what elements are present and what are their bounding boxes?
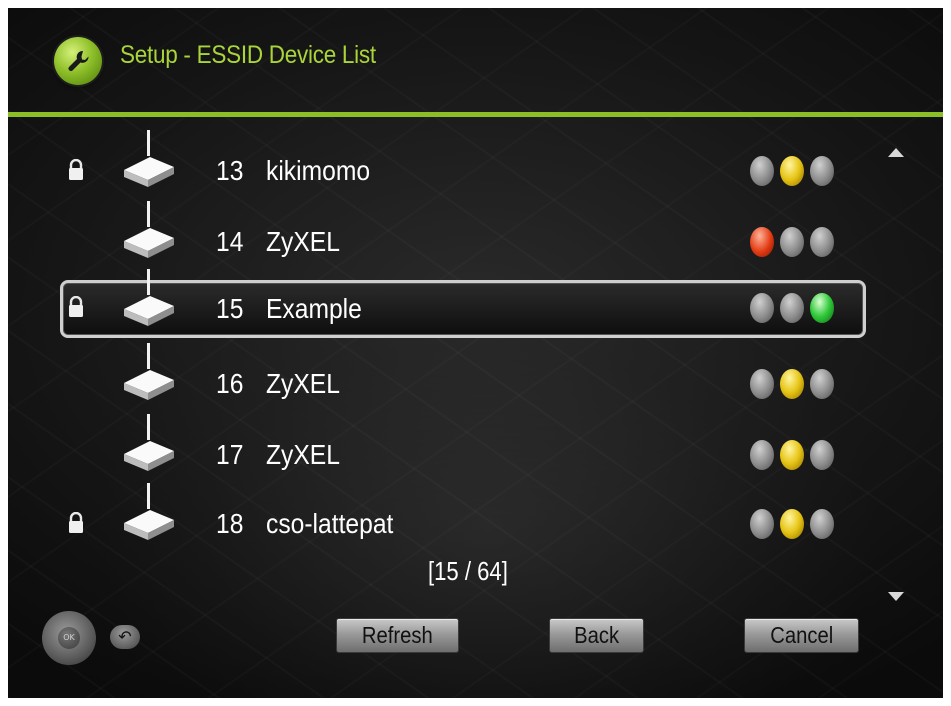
- signal-dot-icon: [750, 369, 774, 399]
- scroll-down-arrow-icon[interactable]: [888, 592, 904, 601]
- signal-dot-icon: [780, 293, 804, 323]
- cancel-button-label: Cancel: [769, 622, 834, 648]
- device-row[interactable]: 18 cso-lattepat: [60, 483, 866, 553]
- signal-dot-icon: [810, 440, 834, 470]
- device-name: ZyXEL: [266, 368, 340, 399]
- router-icon: [124, 343, 174, 400]
- device-number: 14: [216, 226, 244, 257]
- device-row-selected[interactable]: 15 Example: [60, 269, 866, 338]
- device-name: kikimomo: [266, 155, 371, 186]
- signal-indicator: [750, 369, 846, 399]
- device-number: 16: [216, 368, 244, 399]
- signal-dot-icon: [810, 369, 834, 399]
- lock-icon: [69, 296, 83, 317]
- scroll-up-arrow-icon[interactable]: [888, 148, 904, 157]
- signal-dot-icon: [750, 509, 774, 539]
- signal-dot-icon: [810, 509, 834, 539]
- device-row[interactable]: 13 kikimomo: [60, 130, 866, 200]
- lock-icon: [69, 159, 83, 180]
- device-name: cso-lattepat: [266, 508, 394, 539]
- router-icon: [124, 483, 174, 540]
- page-title: Setup - ESSID Device List: [120, 41, 376, 69]
- header-divider: [8, 112, 943, 117]
- cancel-button[interactable]: Cancel: [744, 618, 859, 653]
- router-icon: [124, 269, 174, 326]
- remote-dpad-icon: OK: [42, 611, 96, 665]
- ok-label: OK: [58, 627, 80, 649]
- signal-dot-icon: [750, 227, 774, 257]
- signal-dot-icon: [780, 440, 804, 470]
- page-indicator: [15 / 64]: [428, 556, 508, 586]
- wrench-icon: [54, 37, 102, 85]
- signal-dot-icon: [810, 227, 834, 257]
- device-name: Example: [266, 293, 362, 324]
- device-name: ZyXEL: [266, 226, 340, 257]
- device-number: 13: [216, 155, 244, 186]
- device-name: ZyXEL: [266, 439, 340, 470]
- device-number: 17: [216, 439, 244, 470]
- router-icon: [124, 414, 174, 471]
- device-number: 15: [216, 293, 244, 324]
- header: Setup - ESSID Device List: [8, 8, 943, 111]
- signal-dot-icon: [810, 156, 834, 186]
- signal-indicator: [750, 156, 846, 186]
- refresh-button-label: Refresh: [362, 622, 433, 648]
- lock-icon: [69, 512, 83, 533]
- signal-indicator: [750, 227, 846, 257]
- signal-indicator: [750, 509, 846, 539]
- device-row[interactable]: 17 ZyXEL: [60, 414, 866, 484]
- refresh-button[interactable]: Refresh: [336, 618, 459, 653]
- return-arrow-icon: ↶: [110, 625, 140, 649]
- router-icon: [124, 201, 174, 258]
- router-icon: [124, 130, 174, 187]
- signal-indicator: [750, 440, 846, 470]
- signal-dot-icon: [780, 156, 804, 186]
- signal-dot-icon: [750, 293, 774, 323]
- device-row[interactable]: 16 ZyXEL: [60, 343, 866, 413]
- signal-dot-icon: [750, 440, 774, 470]
- screen: Setup - ESSID Device List 13 kikimomo 14…: [8, 8, 943, 698]
- signal-dot-icon: [810, 293, 834, 323]
- signal-dot-icon: [780, 227, 804, 257]
- back-button[interactable]: Back: [549, 618, 644, 653]
- signal-dot-icon: [780, 509, 804, 539]
- device-row[interactable]: 14 ZyXEL: [60, 201, 866, 271]
- signal-dot-icon: [780, 369, 804, 399]
- back-button-label: Back: [573, 622, 619, 648]
- device-number: 18: [216, 508, 244, 539]
- signal-dot-icon: [750, 156, 774, 186]
- signal-indicator: [750, 293, 846, 323]
